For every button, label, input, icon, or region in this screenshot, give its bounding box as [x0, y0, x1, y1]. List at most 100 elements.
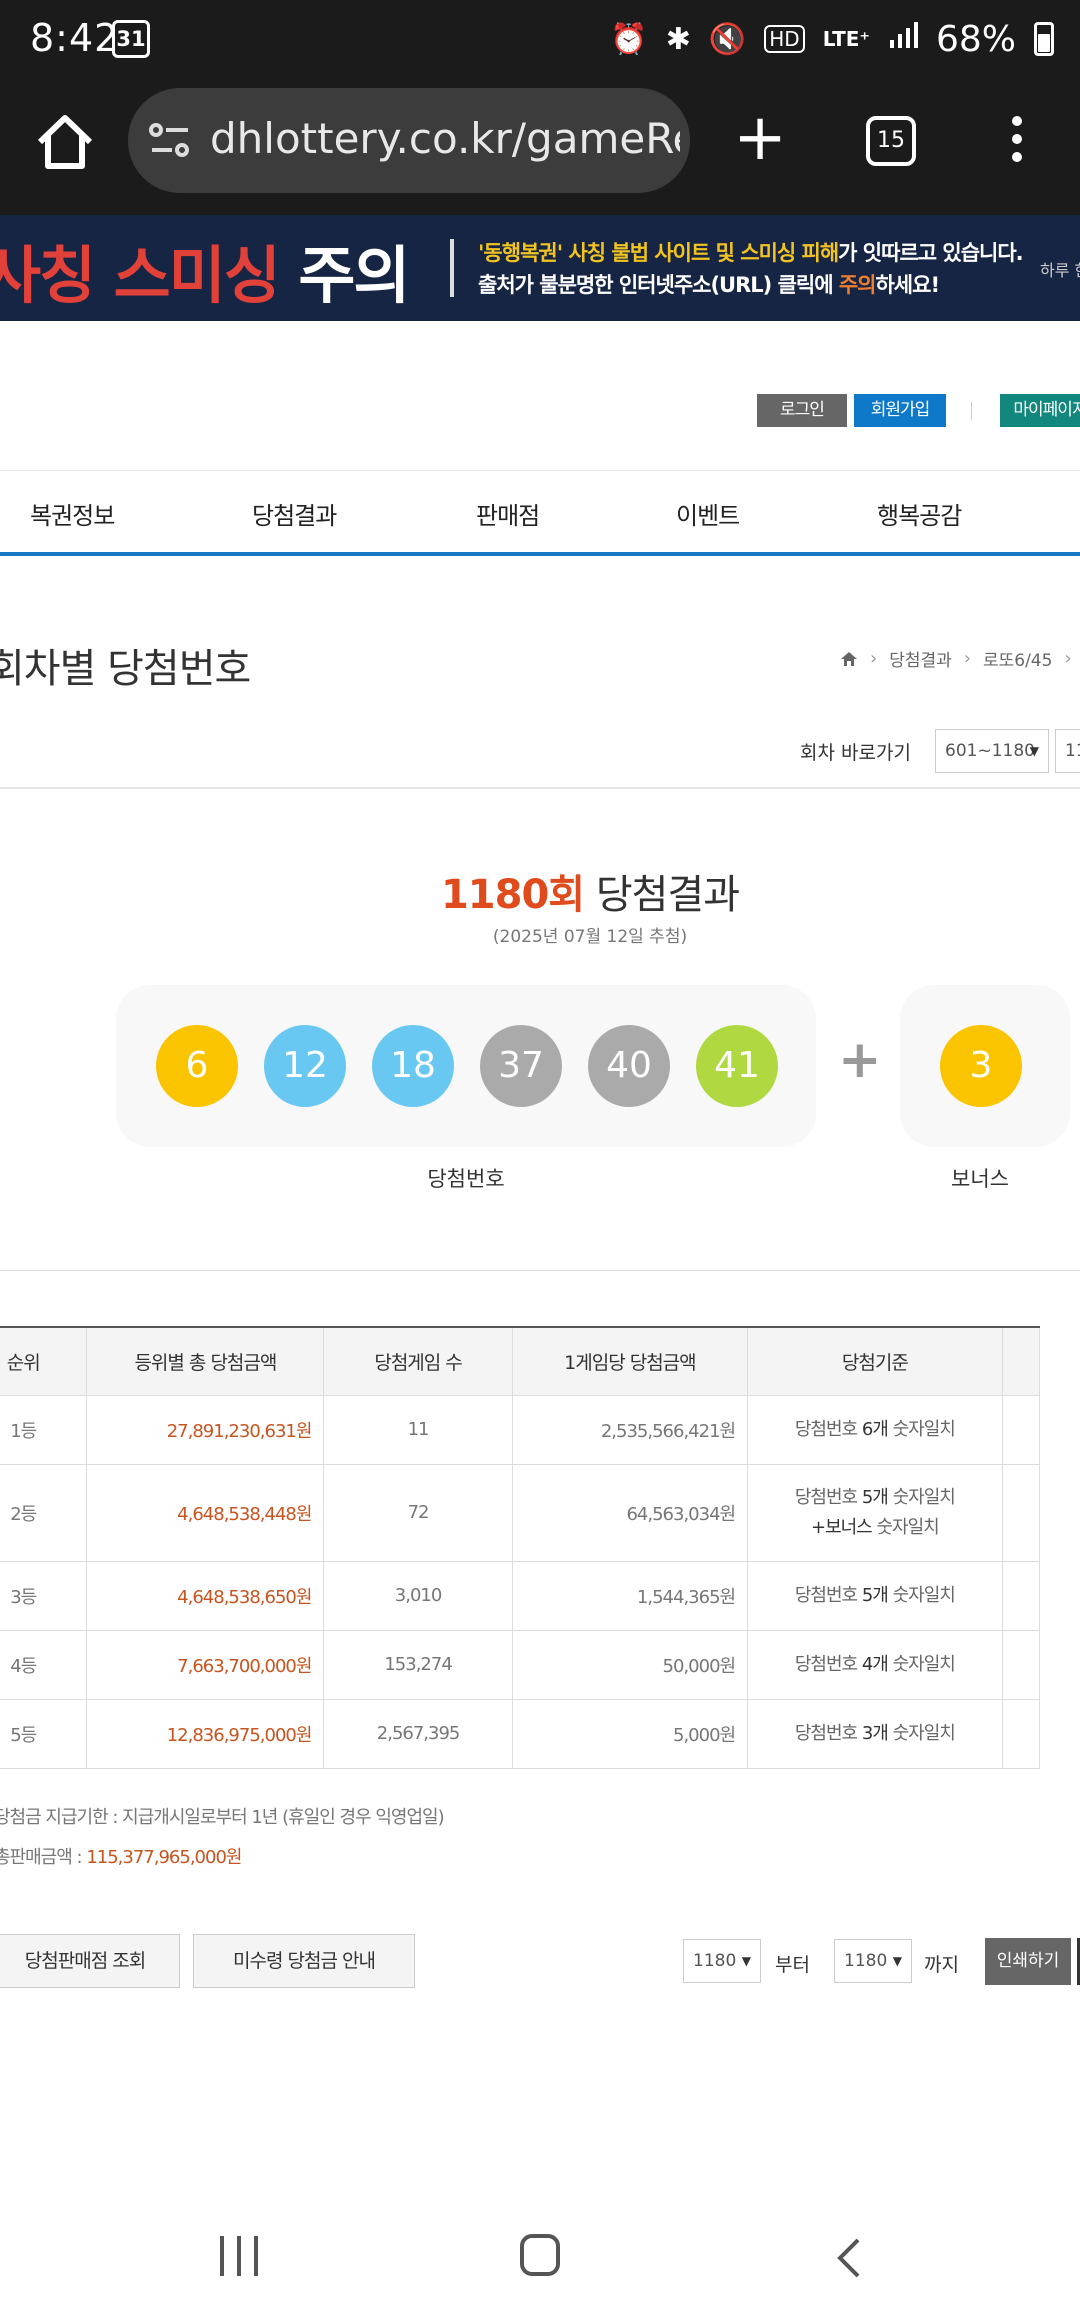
- home-icon[interactable]: [30, 106, 100, 176]
- print-from-label: 부터: [775, 1954, 810, 1976]
- hd-icon: HD: [764, 25, 805, 53]
- mute-icon: 🔇: [708, 21, 747, 57]
- login-button[interactable]: 로그인: [757, 394, 847, 427]
- cell-per-game: 2,535,566,421원: [511, 1394, 749, 1465]
- banner-line-1: '동행복권' 사칭 불법 사이트 및 스미싱 피해가 잇따르고 있습니다.: [478, 237, 1024, 267]
- round-range-select[interactable]: 601~1180 ▼: [935, 729, 1049, 773]
- nav-item-happiness[interactable]: 행복공감: [877, 496, 962, 531]
- col-header-criteria: 당첨기준: [747, 1327, 1003, 1396]
- header-divider: [971, 402, 972, 420]
- winning-ball: 18: [372, 1025, 454, 1107]
- round-select[interactable]: 1180: [1055, 729, 1080, 773]
- print-button[interactable]: 인쇄하기: [985, 1938, 1071, 1985]
- cell-criteria: 당첨번호 3개 숫자일치: [747, 1698, 1003, 1769]
- cell-per-game: 50,000원: [511, 1629, 749, 1700]
- col-header-games: 당첨게임 수: [323, 1327, 513, 1396]
- cell-total: 27,891,230,631원: [86, 1394, 325, 1465]
- winning-stores-button[interactable]: 당첨판매점 조회: [0, 1934, 180, 1988]
- criteria-suffix: 숫자일치: [887, 1418, 956, 1440]
- recent-apps-icon[interactable]: [218, 2236, 260, 2276]
- criteria-text: 당첨번호: [794, 1486, 862, 1508]
- nav-item-stores[interactable]: 판매점: [476, 496, 540, 531]
- winning-ball: 12: [264, 1025, 346, 1107]
- table-row: 2등 4,648,538,448원 72 64,563,034원 당첨번호 5개…: [0, 1463, 1041, 1562]
- breadcrumb-lotto[interactable]: 로또6/45: [983, 646, 1052, 671]
- caret-down-icon: ▼: [741, 1954, 751, 1968]
- cell-games: 72: [323, 1463, 513, 1562]
- print-to-value: 1180: [844, 1951, 888, 1971]
- payout-deadline-note: 당첨금 지급기한 : 지급개시일로부터 1년 (휴일인 경우 익영업일): [0, 1807, 445, 1828]
- more-menu-icon[interactable]: [1000, 116, 1034, 170]
- print-from-select[interactable]: 1180 ▼: [683, 1939, 761, 1983]
- chevron-right-icon: ›: [870, 648, 878, 669]
- new-tab-icon[interactable]: +: [728, 106, 792, 172]
- nav-item-lottery-info[interactable]: 복권정보: [30, 496, 115, 531]
- round-goto-label: 회차 바로가기: [800, 742, 911, 764]
- battery-icon: [1034, 22, 1054, 56]
- cell-extra: [1001, 1629, 1041, 1700]
- col-header-rank: 순위: [0, 1327, 88, 1396]
- calendar-icon: 31: [112, 20, 150, 58]
- winning-ball: 41: [696, 1025, 778, 1107]
- nav-item-results[interactable]: 당첨결과: [252, 496, 337, 531]
- cell-per-game: 5,000원: [511, 1698, 749, 1769]
- battery-percent: 68%: [935, 18, 1016, 60]
- url-text: dhlottery.co.kr/gameRe: [210, 114, 680, 163]
- criteria-count: 4개: [861, 1653, 889, 1675]
- table-row: 5등 12,836,975,000원 2,567,395 5,000원 당첨번호…: [0, 1698, 1041, 1769]
- caret-down-icon: ▼: [892, 1954, 902, 1968]
- criteria-suffix: 숫자일치: [887, 1486, 956, 1508]
- cell-total: 7,663,700,000원: [86, 1629, 325, 1700]
- cell-criteria: 당첨번호 6개 숫자일치: [747, 1394, 1003, 1465]
- result-title-text: 당첨결과: [584, 872, 740, 918]
- cell-total: 4,648,538,650원: [86, 1560, 325, 1631]
- table-row: 1등 27,891,230,631원 11 2,535,566,421원 당첨번…: [0, 1394, 1041, 1465]
- print-from-value: 1180: [693, 1951, 737, 1971]
- banner-headline: 사칭 스미싱 주의: [0, 225, 410, 315]
- criteria-count: 5개: [861, 1584, 889, 1606]
- cell-extra: [1001, 1698, 1041, 1769]
- site-info-icon[interactable]: [148, 118, 192, 162]
- address-field[interactable]: dhlottery.co.kr/gameRe: [128, 88, 690, 193]
- alarm-icon: ⏰: [610, 21, 648, 57]
- print-to-select[interactable]: 1180 ▼: [834, 1939, 912, 1983]
- banner-line-1-rest: 가 잇따르고 있습니다.: [838, 241, 1023, 265]
- back-icon[interactable]: [830, 2236, 870, 2280]
- cell-total: 4,648,538,448원: [86, 1463, 325, 1562]
- join-button[interactable]: 회원가입: [854, 394, 946, 427]
- section-divider: [0, 787, 1080, 789]
- criteria-text: 당첨번호: [794, 1584, 862, 1606]
- banner-line-2-highlight: 주의: [838, 273, 877, 297]
- round-select-value: 1180: [1065, 741, 1080, 761]
- cell-criteria: 당첨번호 4개 숫자일치: [747, 1629, 1003, 1700]
- home-icon[interactable]: [840, 650, 858, 668]
- breadcrumb-results[interactable]: 당첨결과: [889, 646, 952, 671]
- total-sales-label: 총판매금액 :: [0, 1847, 87, 1868]
- system-home-icon[interactable]: [520, 2234, 560, 2276]
- status-bar: 8:42 31 ⏰ ✱ 🔇 HD LTE⁺ 68%: [0, 0, 1080, 80]
- signal-icon: [888, 20, 918, 58]
- phishing-warning-banner[interactable]: 사칭 스미싱 주의 '동행복권' 사칭 불법 사이트 및 스미싱 피해가 잇따르…: [0, 215, 1080, 321]
- nav-item-events[interactable]: 이벤트: [676, 496, 740, 531]
- total-sales-note: 총판매금액 : 115,377,965,000원: [0, 1843, 242, 1869]
- criteria-bonus: +보너스: [810, 1516, 873, 1538]
- banner-headline-white: 주의: [298, 239, 410, 312]
- tab-switcher-button[interactable]: 15: [866, 116, 916, 166]
- unclaimed-prize-button[interactable]: 미수령 당첨금 안내: [193, 1934, 415, 1988]
- status-time: 8:42: [30, 16, 120, 60]
- table-header-row: 순위 등위별 총 당첨금액 당첨게임 수 1게임당 당첨금액 당첨기준: [0, 1327, 1041, 1396]
- cell-extra: [1001, 1463, 1041, 1562]
- banner-tail-text: 하루 한: [1040, 261, 1080, 280]
- prize-table: 순위 등위별 총 당첨금액 당첨게임 수 1게임당 당첨금액 당첨기준 1등 2…: [0, 1326, 1041, 1769]
- bonus-label: 보너스: [951, 1167, 1009, 1191]
- criteria-count: 5개: [861, 1486, 889, 1508]
- mypage-button[interactable]: 마이페이지: [1000, 394, 1080, 427]
- criteria-count: 3개: [861, 1722, 889, 1744]
- criteria-text: 당첨번호: [794, 1722, 862, 1744]
- round-range-value: 601~1180: [945, 741, 1035, 761]
- cell-rank: 5등: [0, 1698, 88, 1769]
- cell-games: 11: [323, 1394, 513, 1465]
- cell-extra: [1001, 1394, 1041, 1465]
- cell-per-game: 64,563,034원: [511, 1463, 749, 1562]
- cell-criteria: 당첨번호 5개 숫자일치 +보너스 숫자일치: [747, 1463, 1003, 1562]
